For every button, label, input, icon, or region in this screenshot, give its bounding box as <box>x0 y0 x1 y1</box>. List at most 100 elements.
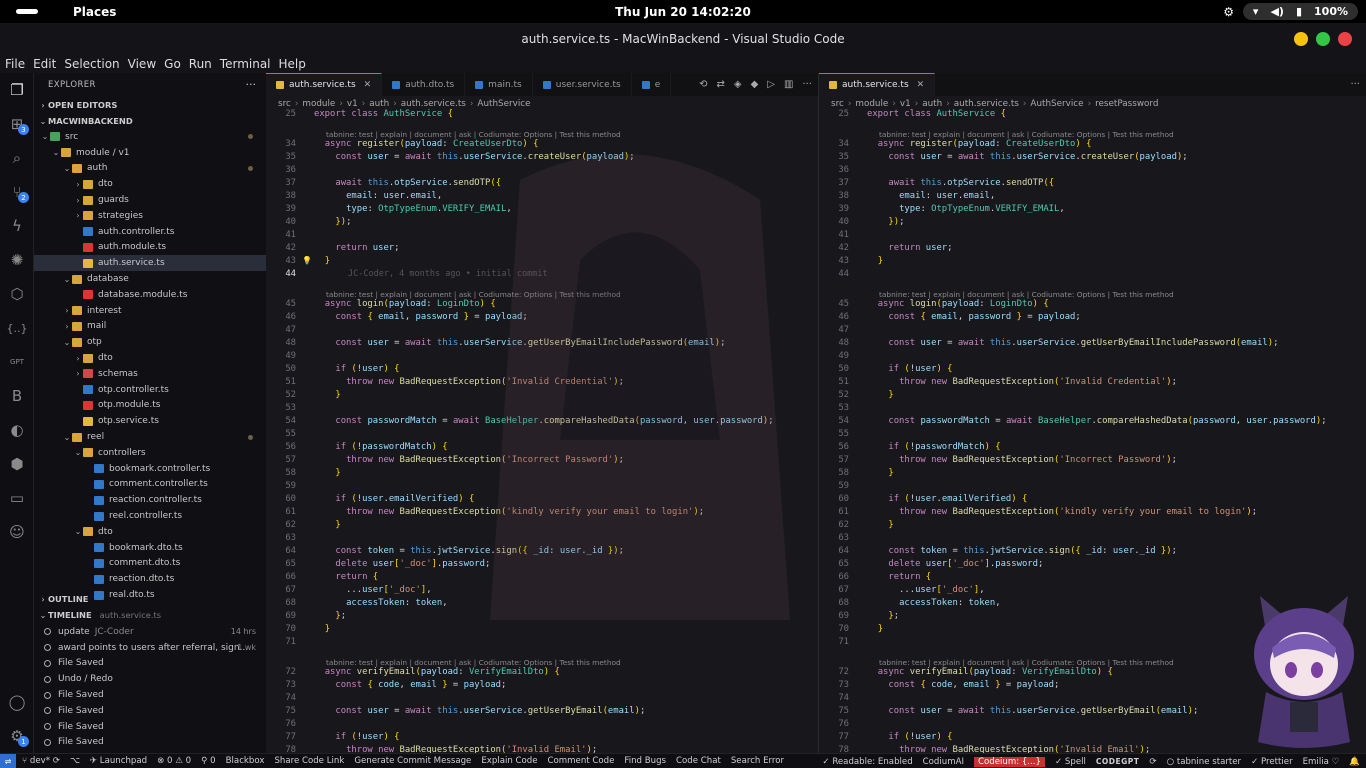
tree-item[interactable]: › mail <box>34 319 266 335</box>
launchpad[interactable]: ✈ Launchpad <box>90 756 147 766</box>
spell-status[interactable]: ✓ Spell <box>1055 757 1086 767</box>
tree-item[interactable]: ⌄ reel <box>34 429 266 445</box>
tree-item[interactable]: otp.service.ts <box>34 413 266 429</box>
tree-item[interactable]: comment.dto.ts <box>34 556 266 572</box>
menu-item[interactable]: Selection <box>64 57 119 71</box>
codelens[interactable]: tabnine: test | explain | document | ask… <box>879 658 1174 667</box>
tree-item[interactable]: otp.module.ts <box>34 398 266 414</box>
more-icon[interactable]: ··· <box>802 79 812 90</box>
status-command[interactable]: Explain Code <box>481 756 537 766</box>
menu-item[interactable]: Go <box>164 57 181 71</box>
status-command[interactable]: Code Chat <box>676 756 721 766</box>
prettier-status[interactable]: ✓ Prettier <box>1251 757 1293 767</box>
timeline-item[interactable]: File Saved <box>34 719 266 735</box>
status-command[interactable]: Find Bugs <box>624 756 666 766</box>
codeium-status[interactable]: Codeium: {...} <box>974 756 1045 767</box>
sync-icon[interactable]: ⇄ <box>717 79 725 90</box>
editor-tab[interactable]: user.service.ts <box>533 73 632 96</box>
tree-item[interactable]: › schemas <box>34 366 266 382</box>
cube-icon[interactable]: ⬡ <box>0 279 34 309</box>
minimize-button[interactable] <box>1294 32 1308 46</box>
breadcrumb-item[interactable]: module <box>855 99 888 109</box>
tree-item[interactable]: auth.module.ts <box>34 240 266 256</box>
tree-item[interactable]: ⌄ src <box>34 129 266 145</box>
tree-item[interactable]: › dto <box>34 350 266 366</box>
tree-item[interactable]: ⌄ dto <box>34 524 266 540</box>
status-command[interactable]: Comment Code <box>548 756 615 766</box>
tree-item[interactable]: auth.service.ts <box>34 255 266 272</box>
system-clock[interactable]: Thu Jun 20 14:02:20 <box>0 5 1366 19</box>
breadcrumb-item[interactable]: resetPassword <box>1095 99 1158 109</box>
breadcrumb-item[interactable]: auth <box>369 99 389 109</box>
codiumai-status[interactable]: CodiumAI <box>923 757 964 767</box>
menu-item[interactable]: File <box>5 57 25 71</box>
lightning-icon[interactable]: ϟ <box>0 211 34 241</box>
chat-icon[interactable]: ▭ <box>0 483 34 513</box>
open-editors-section[interactable]: › OPEN EDITORS <box>34 97 266 113</box>
codegpt-icon[interactable]: GPT <box>0 347 34 377</box>
json-icon[interactable]: {..} <box>0 313 34 343</box>
tree-item[interactable]: bookmark.controller.ts <box>34 461 266 477</box>
menu-item[interactable]: Help <box>279 57 306 71</box>
editor-tab[interactable]: auth.dto.ts <box>382 73 466 96</box>
more-actions-icon[interactable]: ··· <box>246 78 257 91</box>
lightbulb-icon[interactable]: 💡 <box>302 256 312 265</box>
editor-tab[interactable]: main.ts <box>465 73 533 96</box>
graph-icon[interactable]: ⬢ <box>0 449 34 479</box>
explorer-icon[interactable]: ❐ <box>0 75 34 105</box>
breadcrumb-item[interactable]: auth.service.ts <box>954 99 1019 109</box>
blackbox-icon[interactable]: B <box>0 381 34 411</box>
breadcrumb-item[interactable]: AuthService <box>477 99 530 109</box>
project-section[interactable]: ⌄ MACWINBACKEND <box>34 113 266 129</box>
tree-item[interactable]: otp.controller.ts <box>34 382 266 398</box>
tree-item[interactable]: ⌄ module / v1 <box>34 145 266 161</box>
source-control-icon[interactable]: ⑂ 2 <box>0 177 34 207</box>
tree-item[interactable]: auth.controller.ts <box>34 224 266 240</box>
timeline-item[interactable]: File Saved <box>34 735 266 751</box>
ports-indicator[interactable]: ⚲ 0 <box>201 756 216 766</box>
tree-item[interactable]: reaction.dto.ts <box>34 571 266 587</box>
extensions-icon[interactable]: ⊞ 3 <box>0 109 34 139</box>
settings-gear-icon[interactable]: ⚙ 1 <box>0 721 34 751</box>
menu-item[interactable]: Terminal <box>220 57 271 71</box>
close-tab-icon[interactable]: ✕ <box>364 80 372 90</box>
breadcrumb-item[interactable]: AuthService <box>1030 99 1083 109</box>
tree-item[interactable]: › guards <box>34 192 266 208</box>
editor-tab[interactable]: auth.service.ts ✕ <box>266 73 383 96</box>
tree-item[interactable]: reaction.controller.ts <box>34 492 266 508</box>
breadcrumb-item[interactable]: v1 <box>347 99 358 109</box>
tree-item[interactable]: › dto <box>34 176 266 192</box>
status-command[interactable]: Blackbox <box>226 756 265 766</box>
codegpt-status[interactable]: CODEGPT <box>1096 757 1140 766</box>
close-tab-icon[interactable]: ✕ <box>917 80 925 90</box>
history-icon[interactable]: ⟲ <box>699 79 707 90</box>
editor-tab[interactable]: auth.service.ts ✕ <box>819 73 936 96</box>
more-icon[interactable]: ··· <box>1350 79 1360 90</box>
notifications-icon[interactable]: 🔔 <box>1349 757 1360 767</box>
outline-section[interactable]: › OUTLINE <box>34 591 266 607</box>
close-window-button[interactable] <box>1338 32 1352 46</box>
status-command[interactable]: Share Code Link <box>274 756 344 766</box>
branch-indicator[interactable]: ⑂ dev* ⟳ <box>22 756 60 766</box>
tree-item[interactable]: ⌄ database <box>34 271 266 287</box>
maximize-button[interactable] <box>1316 32 1330 46</box>
gitlens-icon[interactable]: ⌥ <box>70 756 80 766</box>
timeline-item[interactable]: File Saved <box>34 703 266 719</box>
codelens[interactable]: tabnine: test | explain | document | ask… <box>879 130 1174 139</box>
breadcrumb-item[interactable]: auth.service.ts <box>401 99 466 109</box>
extension-icon[interactable]: ⚙ <box>1223 5 1234 19</box>
timeline-item[interactable]: Undo / Redo <box>34 671 266 687</box>
system-tray[interactable]: ▾ ◀) ▮ 100% <box>1242 3 1358 20</box>
tree-item[interactable]: database.module.ts <box>34 287 266 303</box>
tree-item[interactable]: bookmark.dto.ts <box>34 540 266 556</box>
codelens[interactable]: tabnine: test | explain | document | ask… <box>879 290 1174 299</box>
remote-icon[interactable]: ⇌ <box>0 753 16 768</box>
tree-item[interactable]: ⌄ controllers <box>34 445 266 461</box>
search-icon[interactable]: ⌕ <box>0 143 34 173</box>
user-status[interactable]: Emilia ♡ <box>1303 757 1340 767</box>
status-command[interactable]: Generate Commit Message <box>354 756 471 766</box>
tree-item[interactable]: ⌄ auth <box>34 161 266 177</box>
tabnine-status[interactable]: ○ tabnine starter <box>1167 757 1241 767</box>
status-command[interactable]: Search Error <box>731 756 784 766</box>
menu-item[interactable]: Run <box>189 57 212 71</box>
